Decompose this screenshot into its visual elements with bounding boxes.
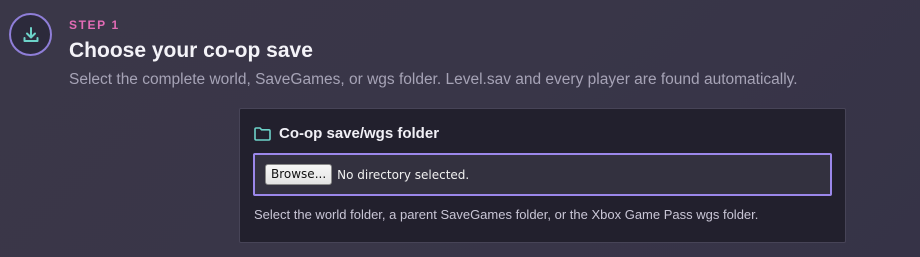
step-description: Select the complete world, SaveGames, or…: [69, 71, 798, 88]
step-title: Choose your co-op save: [69, 39, 313, 62]
folder-icon: [254, 127, 271, 141]
card-title: Co-op save/wgs folder: [279, 125, 440, 142]
folder-picker-card: Co-op save/wgs folder Browse... No direc…: [239, 108, 846, 243]
step-badge: [9, 13, 52, 56]
card-header: Co-op save/wgs folder: [254, 124, 439, 144]
browse-button[interactable]: Browse...: [265, 164, 333, 185]
file-status: No directory selected.: [337, 167, 470, 182]
download-icon: [21, 25, 41, 45]
card-help-text: Select the world folder, a parent SaveGa…: [254, 207, 759, 222]
folder-file-input[interactable]: Browse... No directory selected.: [253, 153, 832, 196]
step-label: STEP 1: [69, 18, 120, 32]
